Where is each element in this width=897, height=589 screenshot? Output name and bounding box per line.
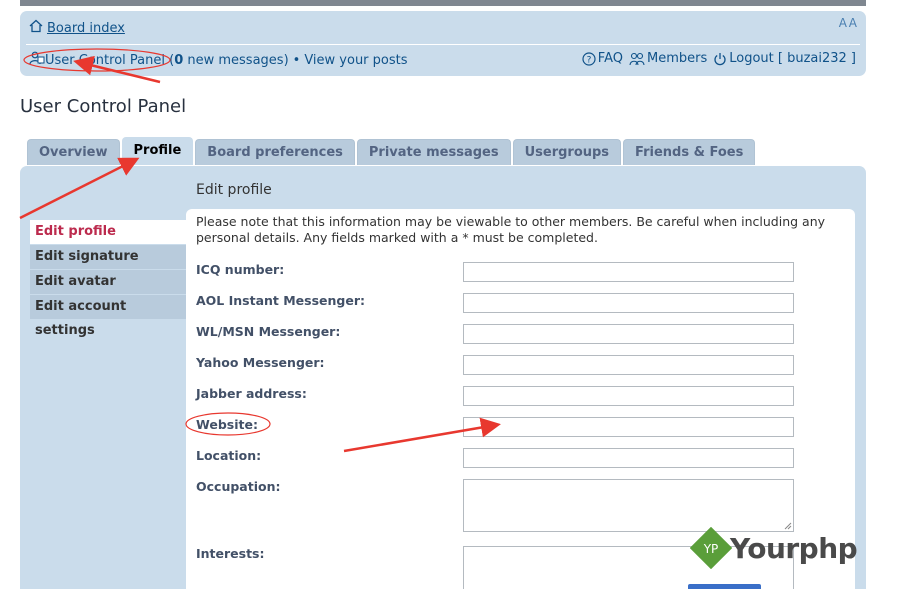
location-input[interactable] [463,448,794,468]
privacy-note: Please note that this information may be… [196,214,826,245]
members-label: Members [646,51,708,66]
website-input[interactable] [463,417,794,437]
icq-label: ICQ number: [196,262,285,277]
font-size-icon[interactable]: A A [839,16,857,30]
logo-badge-text: YP [703,542,719,556]
faq-label: FAQ [597,51,623,66]
occupation-textarea[interactable] [463,479,794,532]
occupation-label: Occupation: [196,479,281,494]
yahoo-label: Yahoo Messenger: [196,355,325,370]
faq-icon: ? [582,51,596,66]
new-messages-count[interactable]: 0 [174,53,183,68]
faq-link[interactable]: ? FAQ [582,51,623,66]
jabber-input[interactable] [463,386,794,406]
navbar: Board index A A User Control Panel ( 0 n… [20,11,866,76]
tab-overview[interactable]: Overview [27,139,120,165]
home-icon [29,19,43,37]
yahoo-input[interactable] [463,355,794,375]
page-title: User Control Panel [20,96,187,117]
location-label: Location: [196,448,262,463]
view-posts-link[interactable]: View your posts [304,53,407,68]
members-link[interactable]: Members [629,51,707,66]
svg-text:?: ? [586,55,591,65]
icq-input[interactable] [463,262,794,282]
section-title: Edit profile [196,182,272,198]
user-icon [29,51,45,69]
logo-wordmark: Yourphp [730,531,858,565]
submit-button[interactable] [688,584,761,589]
ucp-link[interactable]: User Control Panel [45,53,165,68]
tab-bar: Overview Profile Board preferences Priva… [27,137,757,165]
aim-input[interactable] [463,293,794,313]
board-index-link[interactable]: Board index [47,21,125,36]
tab-board-preferences[interactable]: Board preferences [195,139,355,165]
tab-private-messages[interactable]: Private messages [356,139,511,165]
msn-label: WL/MSN Messenger: [196,324,341,339]
font-size-control[interactable]: A A [839,16,857,30]
jabber-label: Jabber address: [196,386,307,401]
watermark-logo: YP Yourphp [689,526,858,570]
logout-link[interactable]: Logout [ buzai232 ] [713,51,856,66]
top-strip [20,0,866,6]
logo-diamond-icon: YP [689,526,733,570]
tab-profile[interactable]: Profile [121,137,194,165]
tab-friends-foes[interactable]: Friends & Foes [623,139,756,165]
breadcrumb: Board index [29,19,125,37]
logout-label: Logout [ buzai232 ] [729,51,856,66]
members-icon [629,52,645,65]
menu-edit-avatar[interactable]: Edit avatar [30,270,186,294]
msn-input[interactable] [463,324,794,344]
ucp-links: User Control Panel ( 0 new messages) • V… [29,51,408,69]
interests-label: Interests: [196,546,265,561]
ucp-open-paren: ( [164,52,175,68]
menu-edit-signature[interactable]: Edit signature [30,245,186,269]
new-messages-link[interactable]: new messages) [183,53,288,68]
power-icon [714,52,726,65]
link-separator: • [292,52,301,68]
website-label: Website: [196,417,258,432]
menu-edit-account-settings[interactable]: Edit account settings [30,295,186,338]
navbar-divider [26,44,860,45]
tab-usergroups[interactable]: Usergroups [512,139,622,165]
aim-label: AOL Instant Messenger: [196,293,366,308]
menu-edit-profile[interactable]: Edit profile [30,220,186,244]
side-menu: Edit profile Edit signature Edit avatar … [30,220,186,338]
right-nav-links: ? FAQ Members Logout [ buzai232 ] [582,51,856,66]
